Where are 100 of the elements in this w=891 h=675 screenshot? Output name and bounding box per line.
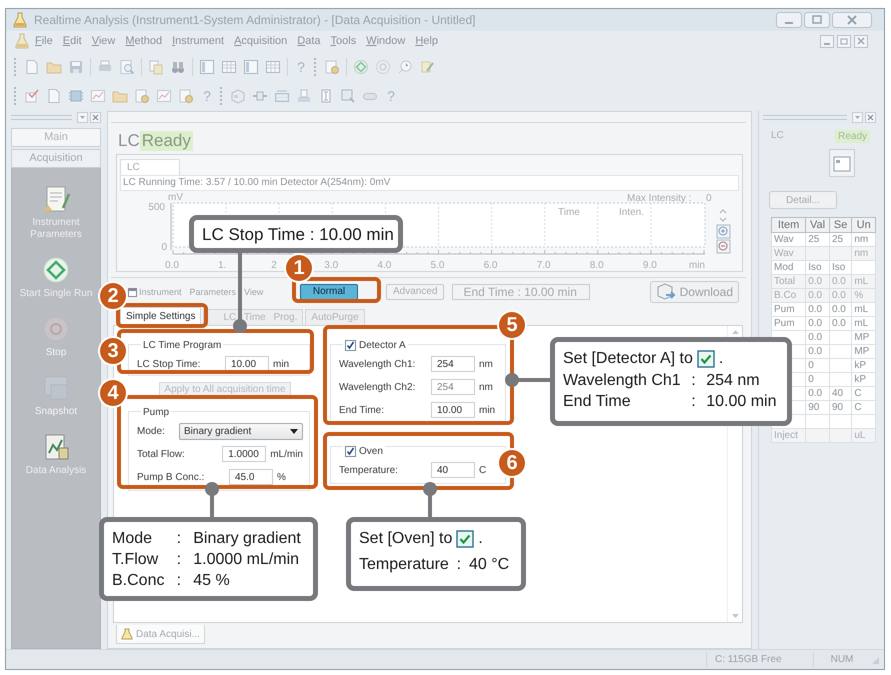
zoom-in-icon[interactable] (716, 224, 730, 238)
binoculars-icon[interactable] (170, 59, 186, 75)
mode-button[interactable]: Normal (300, 284, 358, 300)
menu-item[interactable]: Acquisition (229, 33, 292, 49)
callout-label: Temperature (359, 555, 450, 575)
table-icon[interactable] (221, 59, 237, 75)
ring-icon[interactable] (375, 59, 391, 75)
print-preview-icon[interactable] (119, 59, 135, 75)
table-cell: 0 (806, 358, 830, 372)
table-cell: 0.0 (806, 330, 830, 344)
menu-item[interactable]: Instrument (167, 33, 230, 49)
table-cell: Pum (772, 302, 806, 316)
clock-icon[interactable] (397, 59, 413, 75)
axis-unit: min (688, 260, 705, 271)
minimize-button[interactable] (776, 12, 802, 28)
chart-icon[interactable] (156, 88, 172, 104)
checklist-icon[interactable] (24, 88, 40, 104)
menu-item[interactable]: Tools (326, 33, 362, 49)
pane-close-button[interactable] (90, 112, 101, 122)
download-button[interactable]: Download (650, 281, 739, 303)
unit-label: nm (479, 358, 493, 370)
pages-icon[interactable] (148, 59, 164, 75)
pane-menu-button[interactable] (77, 112, 88, 122)
gear-icon[interactable] (178, 88, 194, 104)
status-text: LC Running Time: 3.57 / 10.00 min Detector A(254nm): 0mV (120, 175, 739, 191)
number-badge: 5 (499, 312, 525, 338)
tab[interactable]: LC Time Prog. (203, 309, 304, 325)
unit-label: mL/min (270, 448, 303, 460)
number-badge: 2 (100, 283, 126, 309)
maximize-button[interactable] (804, 12, 830, 28)
flask-icon (14, 33, 30, 49)
input-field[interactable]: 10.00 (431, 402, 475, 418)
help-button[interactable]: ? (200, 88, 214, 104)
menu-item[interactable]: Method (120, 33, 168, 49)
table-cell: 0.0 (806, 302, 830, 316)
column-header: Item (772, 218, 806, 232)
tick-label: 1. (218, 260, 226, 271)
panel-icon[interactable] (243, 59, 259, 75)
input-field[interactable]: 254 (431, 356, 475, 372)
keyboard-icon[interactable] (274, 88, 290, 104)
column-header: Un (852, 218, 876, 232)
tab[interactable]: Simple Settings (120, 307, 202, 325)
tick-label: 6.0 (484, 260, 498, 271)
scroll-down-icon[interactable] (732, 614, 738, 618)
diamond-icon[interactable] (353, 59, 369, 75)
panel-icon[interactable] (199, 59, 215, 75)
dropdown[interactable]: Binary gradient (179, 422, 303, 440)
document-icon[interactable] (46, 88, 62, 104)
pane-close-button[interactable] (865, 112, 876, 122)
checkbox[interactable] (345, 340, 356, 350)
input-field[interactable]: 1.0000 (222, 446, 266, 462)
input-field[interactable]: 45.0 (229, 469, 273, 485)
max-intensity-value: 0 (706, 193, 712, 204)
close-button[interactable] (854, 34, 868, 48)
close-button[interactable] (832, 12, 872, 28)
gear-icon[interactable] (324, 59, 340, 75)
menu-item[interactable]: Data (292, 33, 326, 49)
table-cell: Pum (772, 316, 806, 330)
tick-label: 3.0 (324, 260, 338, 271)
menu-item[interactable]: Help (410, 33, 443, 49)
table-cell: 40 (829, 386, 852, 400)
document-icon[interactable] (24, 59, 40, 75)
instrument-icon[interactable] (829, 149, 855, 177)
field-label: Pump B Conc.: (137, 472, 206, 482)
box-icon[interactable] (230, 88, 246, 104)
lamp-icon[interactable] (340, 88, 356, 104)
pane-menu-button[interactable] (852, 112, 863, 122)
tick-label: 9.0 (642, 260, 657, 271)
minimize-button[interactable] (820, 34, 834, 48)
gear-icon[interactable] (134, 88, 150, 104)
pane-tab[interactable]: Main (11, 128, 101, 147)
chart-icon[interactable] (90, 88, 106, 104)
checkbox[interactable] (345, 446, 356, 456)
tab[interactable]: LC (120, 159, 180, 175)
menu-item[interactable]: Window (361, 33, 410, 49)
scroll-up-icon[interactable] (732, 330, 738, 334)
restore-button[interactable] (837, 34, 851, 48)
status-text: C: 115GB Free (706, 652, 813, 667)
menu-item[interactable]: File (30, 33, 58, 49)
zoom-out-icon[interactable] (716, 240, 730, 254)
detail-button[interactable]: Detail... (769, 191, 837, 209)
pen-icon[interactable] (419, 59, 435, 75)
unit-label: C (479, 464, 486, 476)
tick-label: 4.0 (377, 260, 392, 271)
tab[interactable]: AutoPurge (305, 309, 365, 325)
pane-tab[interactable]: Acquisition (11, 149, 101, 168)
tray-icon[interactable] (296, 88, 312, 104)
unit-label: nm (479, 382, 493, 392)
input-field[interactable]: 40 (431, 462, 475, 478)
mode-button[interactable]: Advanced (386, 284, 444, 300)
callout-label: T.Flow (112, 550, 160, 570)
chip-icon[interactable] (68, 88, 84, 104)
field-label: Wavelength Ch1: (339, 358, 416, 370)
table-icon[interactable] (265, 59, 281, 75)
menu-item[interactable]: Edit (58, 33, 87, 49)
help-button[interactable]: ? (384, 88, 398, 104)
help-button[interactable]: ? (294, 59, 308, 75)
menu-item[interactable]: View (86, 33, 120, 49)
document-tab[interactable]: Data Acquisi... (116, 625, 205, 644)
clipboard-icon[interactable] (41, 184, 71, 214)
